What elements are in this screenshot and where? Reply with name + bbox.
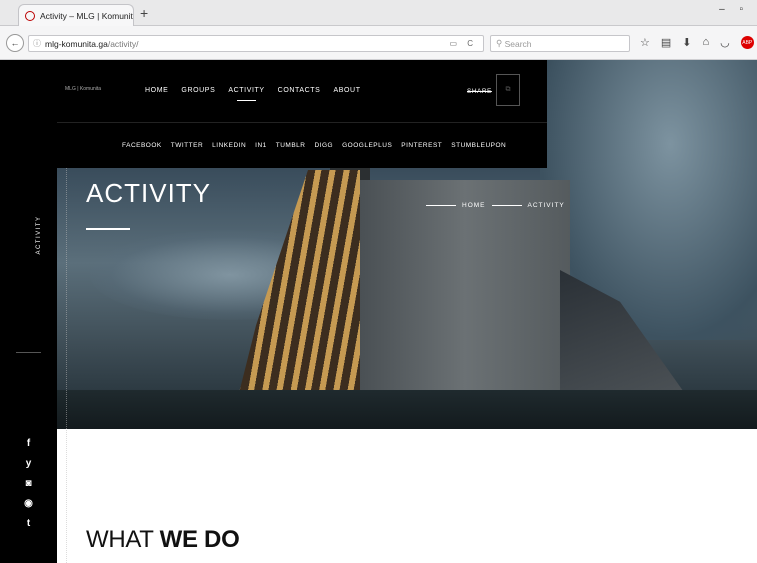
menu-item-groups[interactable]: GROUPS — [181, 87, 215, 94]
tumblr-icon[interactable]: t — [0, 515, 57, 533]
share-links: FACEBOOK TWITTER LINKEDIN IN1 TUMBLR DIG… — [122, 142, 506, 149]
browser-tab[interactable]: Activity – MLG | Komunita × — [18, 4, 134, 26]
breadcrumb-home[interactable]: HOME — [462, 202, 486, 209]
bookmark-star-icon[interactable]: ☆ — [640, 36, 650, 49]
back-button[interactable]: ← — [6, 34, 24, 52]
breadcrumb-line — [426, 205, 456, 206]
title-underline — [86, 228, 130, 230]
adblock-icon[interactable]: ABP — [740, 36, 754, 49]
address-bar[interactable]: ⓘ mlg-komunita.ga/activity/ ▭ C — [28, 35, 484, 52]
breadcrumb-current: ACTIVITY — [527, 202, 565, 209]
search-placeholder: Search — [504, 38, 532, 49]
share-twitter[interactable]: TWITTER — [171, 142, 203, 149]
social-icons: f y ◙ ◉ t — [0, 435, 57, 535]
content-guide-line — [66, 168, 67, 563]
share-label[interactable]: SHARE — [467, 88, 492, 95]
home-icon[interactable]: ⌂ — [703, 36, 710, 49]
menu-item-contacts[interactable]: CONTACTS — [278, 87, 321, 94]
hero-ground — [0, 390, 757, 429]
share-toggle-button[interactable]: ⧉ — [496, 74, 520, 106]
site-header: MLG | Komunita HOME GROUPS ACTIVITY CONT… — [57, 60, 547, 168]
site-favicon-icon — [25, 10, 35, 21]
main-menu: HOME GROUPS ACTIVITY CONTACTS ABOUT — [145, 87, 361, 101]
search-input[interactable]: ⚲ Search — [490, 35, 630, 52]
share-icon: ⧉ — [505, 86, 511, 93]
search-icon: ⚲ — [496, 38, 505, 48]
left-sidebar: ACTIVITY f y ◙ ◉ t — [0, 60, 57, 563]
url-path: /activity/ — [107, 38, 139, 49]
new-tab-button[interactable]: + — [140, 5, 148, 21]
pocket-icon[interactable]: ◡ — [720, 36, 730, 49]
window-controls[interactable]: – ▫ — [719, 4, 749, 15]
section-heading-bold: WE DO — [159, 526, 240, 553]
site-info-icon[interactable]: ⓘ — [33, 38, 41, 49]
menu-item-about[interactable]: ABOUT — [333, 87, 360, 94]
instagram-icon[interactable]: ◙ — [0, 475, 57, 493]
sidebar-section-label: ACTIVITY — [36, 215, 42, 255]
share-stumbleupon[interactable]: STUMBLEUPON — [451, 142, 506, 149]
site-logo[interactable]: MLG | Komunita — [65, 86, 101, 92]
browser-tools: ☆ ▤ ⬇ ⌂ ◡ ABP — [640, 36, 754, 49]
share-in1[interactable]: IN1 — [255, 142, 267, 149]
share-googleplus[interactable]: GOOGLEPLUS — [342, 142, 392, 149]
downloads-icon[interactable]: ⬇ — [682, 36, 691, 49]
navigation-toolbar: ← ⓘ mlg-komunita.ga/activity/ ▭ C ⚲ Sear… — [0, 26, 757, 60]
breadcrumb: HOME ACTIVITY — [426, 202, 565, 209]
share-pinterest[interactable]: PINTEREST — [401, 142, 442, 149]
menu-item-activity[interactable]: ACTIVITY — [228, 87, 264, 101]
reader-reload-icons[interactable]: ▭ C — [449, 39, 477, 48]
twitter-icon[interactable]: y — [0, 455, 57, 473]
sidebar-divider — [16, 352, 41, 353]
tab-title: Activity – MLG | Komunita — [40, 10, 134, 21]
page-title: ACTIVITY — [86, 178, 212, 208]
share-facebook[interactable]: FACEBOOK — [122, 142, 162, 149]
dribbble-icon[interactable]: ◉ — [0, 495, 57, 513]
share-tumblr[interactable]: TUMBLR — [276, 142, 306, 149]
breadcrumb-line — [491, 205, 522, 206]
bookmarks-library-icon[interactable]: ▤ — [661, 36, 671, 49]
share-linkedin[interactable]: LINKEDIN — [212, 142, 246, 149]
section-heading: WHAT WE DO — [86, 526, 240, 554]
tab-bar: Activity – MLG | Komunita × + – ▫ — [0, 0, 757, 26]
menu-item-home[interactable]: HOME — [145, 87, 168, 94]
facebook-icon[interactable]: f — [0, 435, 57, 453]
share-digg[interactable]: DIGG — [315, 142, 334, 149]
section-heading-light: WHAT — [86, 526, 160, 553]
web-page: ACTIVITY HOME ACTIVITY MLG | Komunita HO… — [0, 60, 757, 563]
header-divider — [57, 122, 547, 123]
url-host: mlg-komunita.ga — [45, 38, 108, 49]
